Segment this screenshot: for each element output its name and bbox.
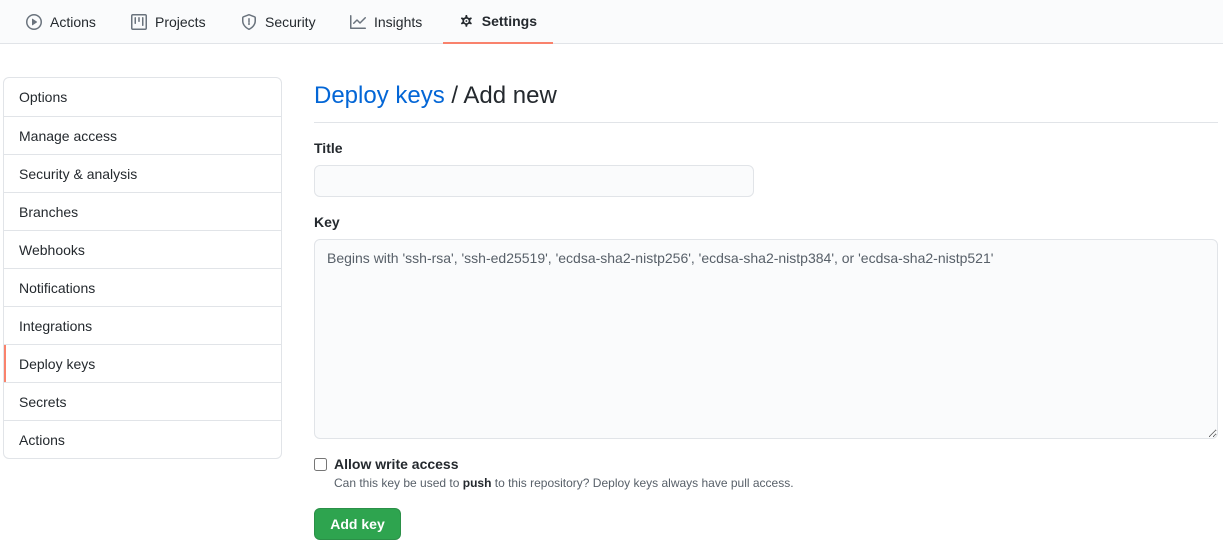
tab-projects[interactable]: Projects: [115, 0, 222, 44]
sidebar-item-security-analysis[interactable]: Security & analysis: [4, 154, 281, 192]
sidebar-item-manage-access[interactable]: Manage access: [4, 116, 281, 154]
tab-insights[interactable]: Insights: [334, 0, 438, 44]
note-bold-text: push: [462, 476, 492, 490]
key-label: Key: [314, 214, 340, 230]
shield-icon: [242, 14, 256, 30]
tab-security[interactable]: Security: [225, 0, 332, 44]
allow-write-access-checkbox[interactable]: [314, 458, 327, 471]
tab-actions[interactable]: Actions: [10, 0, 112, 44]
gear-icon: [460, 15, 472, 27]
key-textarea[interactable]: [314, 239, 1218, 439]
graph-icon: [350, 15, 366, 29]
breadcrumb-current: / Add new: [444, 82, 557, 109]
tab-label: Settings: [481, 13, 537, 29]
sidebar-item-branches[interactable]: Branches: [4, 192, 281, 230]
note-text-end: to this repository? Deploy keys always h…: [491, 476, 794, 490]
sidebar-item-integrations[interactable]: Integrations: [4, 306, 281, 344]
settings-sidebar: Options Manage access Security & analysi…: [3, 77, 282, 459]
tab-label: Projects: [155, 14, 206, 30]
sidebar-item-actions[interactable]: Actions: [4, 420, 281, 458]
play-icon: [26, 14, 42, 30]
title-label: Title: [314, 140, 343, 156]
allow-write-access-label[interactable]: Allow write access: [334, 456, 459, 472]
sidebar-item-notifications[interactable]: Notifications: [4, 268, 281, 306]
project-icon: [131, 14, 147, 30]
tab-label: Actions: [50, 14, 96, 30]
breadcrumb-deploy-keys-link[interactable]: Deploy keys: [314, 82, 445, 109]
sidebar-item-deploy-keys[interactable]: Deploy keys: [4, 344, 281, 382]
tab-label: Security: [265, 14, 316, 30]
repo-tabnav: Actions Projects Security Insights Setti…: [0, 0, 1223, 44]
title-input[interactable]: [314, 165, 754, 197]
tab-label: Insights: [374, 14, 423, 30]
deploy-key-form: Deploy keys / Add new Title Key Allow wr…: [314, 78, 1218, 540]
page-title: Deploy keys / Add new: [314, 78, 1218, 123]
note-text: Can this key be used to: [334, 476, 463, 490]
sidebar-item-webhooks[interactable]: Webhooks: [4, 230, 281, 268]
sidebar-item-options[interactable]: Options: [4, 78, 281, 116]
tab-settings[interactable]: Settings: [443, 0, 553, 44]
write-access-note: Can this key be used to push to this rep…: [334, 476, 794, 490]
add-key-button[interactable]: Add key: [314, 508, 401, 540]
sidebar-item-secrets[interactable]: Secrets: [4, 382, 281, 420]
